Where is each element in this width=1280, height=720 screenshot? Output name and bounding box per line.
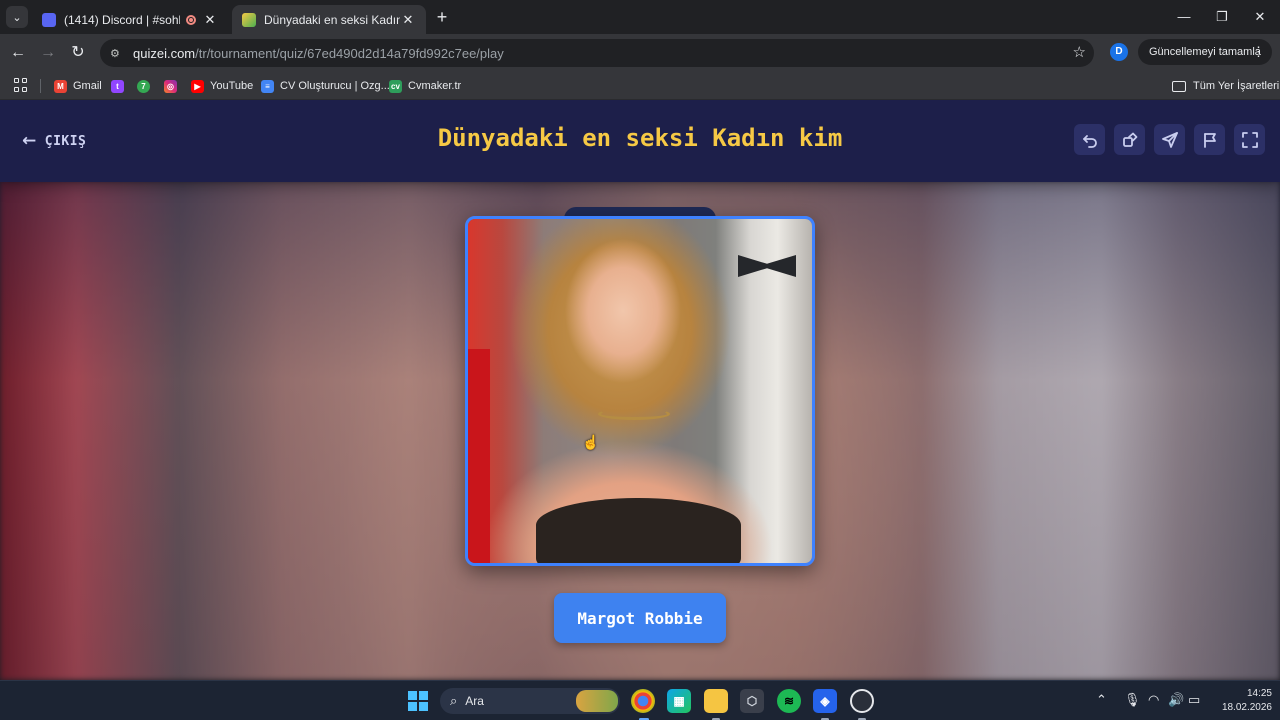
photo-red-dress-area	[468, 349, 490, 563]
gmail-icon: M	[54, 79, 67, 93]
windows-start-icon[interactable]	[408, 691, 428, 711]
bookmark-cv-olusturucu[interactable]: ≡ CV Oluşturucu | Ozg...	[261, 76, 390, 96]
flag-icon[interactable]	[1194, 124, 1225, 155]
quiz-page: ← ÇIKIŞ Dünyadaki en seksi Kadın kim ☝ M…	[0, 100, 1280, 680]
all-bookmarks[interactable]: Tüm Yer İşaretleri	[1172, 76, 1279, 96]
back-icon[interactable]: ←	[6, 41, 30, 65]
tray-chevron-up-icon[interactable]: ⌃	[1096, 692, 1107, 708]
bookmark-gmail[interactable]: M Gmail	[54, 76, 102, 96]
candidate-photo	[468, 219, 812, 563]
file-explorer-icon[interactable]	[704, 689, 728, 713]
mouse-cursor-icon: ☝	[582, 434, 600, 450]
candidate-name-button[interactable]: Margot Robbie	[554, 593, 726, 643]
update-label: Güncellemeyi tamamla	[1149, 46, 1261, 58]
search-highlight-icon	[576, 690, 618, 712]
bookmark-label: Gmail	[73, 80, 102, 92]
restore-icon[interactable]: ❐	[1208, 6, 1236, 28]
folder-icon	[1172, 80, 1186, 92]
photo-bowtie-area	[738, 255, 796, 277]
minimize-icon[interactable]: —	[1170, 6, 1198, 28]
close-tab-icon[interactable]: ✕	[400, 12, 416, 28]
bookmark-star-icon[interactable]: ☆	[1073, 43, 1086, 61]
bookmarks-bar: M Gmail t 7 ◎ ▶ YouTube ≡ CV Oluşturucu …	[0, 72, 1280, 100]
taskbar-search-placeholder: Ara	[465, 694, 484, 708]
cvmaker-icon: cv	[389, 79, 402, 93]
unity-icon[interactable]: ⬡	[740, 689, 764, 713]
site-info-icon[interactable]: ⚙	[110, 46, 124, 60]
close-window-icon[interactable]: ✕	[1246, 6, 1274, 28]
bookmark-label: Cvmaker.tr	[408, 80, 462, 92]
quiz-header: ← ÇIKIŞ Dünyadaki en seksi Kadın kim	[0, 100, 1280, 182]
youtube-icon: ▶	[191, 79, 204, 93]
twitch-icon: t	[111, 79, 124, 93]
clock-time: 14:25	[1246, 688, 1272, 699]
close-tab-icon[interactable]: ✕	[202, 12, 218, 28]
forward-icon[interactable]: →	[36, 41, 60, 65]
discord-favicon-icon	[42, 12, 56, 27]
browser-toolbar: ← → ↻ ⚙ quizei.com/tr/tournament/quiz/67…	[0, 34, 1280, 72]
green-circle-icon: 7	[137, 79, 150, 93]
undo-icon[interactable]	[1074, 124, 1105, 155]
bookmark-label: YouTube	[210, 80, 254, 92]
spotify-icon[interactable]: ≋	[777, 689, 801, 713]
bookmark-twitch[interactable]: t	[111, 76, 130, 96]
bookmarks-divider	[40, 79, 41, 93]
volume-icon[interactable]: 🔊	[1168, 692, 1184, 708]
obs-icon[interactable]	[850, 689, 874, 713]
bookmark-label: CV Oluşturucu | Ozg...	[280, 80, 390, 92]
chrome-icon[interactable]	[631, 689, 655, 713]
tab-title: Dünyadaki en seksi Kadın kim -	[264, 12, 400, 27]
fullscreen-icon[interactable]	[1234, 124, 1265, 155]
quizei-favicon-icon	[242, 12, 256, 27]
shuffle-icon[interactable]	[1114, 124, 1145, 155]
update-button[interactable]: Güncellemeyi tamamla ⋮	[1138, 39, 1272, 65]
battery-icon[interactable]: ▭	[1188, 692, 1200, 708]
all-bookmarks-label: Tüm Yer İşaretleri	[1193, 80, 1280, 92]
instagram-icon: ◎	[164, 79, 177, 93]
tab-strip: ⌄ (1414) Discord | #sohbet | B ✕ Dünyada…	[0, 0, 1280, 34]
address-bar[interactable]: ⚙ quizei.com/tr/tournament/quiz/67ed490d…	[100, 39, 1094, 67]
app-blue-icon[interactable]: ◈	[813, 689, 837, 713]
header-actions	[1074, 124, 1265, 155]
profile-avatar[interactable]: D	[1110, 43, 1128, 61]
bookmark-cvmaker[interactable]: cv Cvmaker.tr	[389, 76, 461, 96]
microphone-icon[interactable]: 🎙	[1124, 692, 1141, 708]
wifi-icon[interactable]: ◠	[1148, 692, 1159, 708]
search-icon: ⌕	[450, 693, 458, 708]
bookmark-instagram[interactable]: ◎	[164, 76, 183, 96]
tab-discord[interactable]: (1414) Discord | #sohbet | B ✕	[32, 5, 228, 34]
chevron-down-icon: ⌄	[12, 11, 22, 24]
bookmark-youtube[interactable]: ▶ YouTube	[191, 76, 253, 96]
store-icon[interactable]: ▦	[667, 689, 691, 713]
photo-gown-area	[536, 498, 741, 563]
candidate-photo-card[interactable]	[465, 216, 815, 566]
windows-taskbar: ⌕ Ara ▦ ⬡ ≋ ◈ ⌃ 🎙 ◠ 🔊 ▭ 14:25 18.02.2026	[0, 680, 1280, 720]
photo-necklace-area	[598, 408, 670, 420]
taskbar-search[interactable]: ⌕ Ara	[440, 688, 620, 714]
new-tab-button[interactable]: +	[432, 7, 452, 27]
bookmark-green[interactable]: 7	[137, 76, 156, 96]
share-icon[interactable]	[1154, 124, 1185, 155]
apps-grid-icon[interactable]	[14, 78, 28, 92]
tab-quiz[interactable]: Dünyadaki en seksi Kadın kim - ✕	[232, 5, 426, 34]
menu-dots-icon[interactable]: ⋮	[1252, 44, 1265, 60]
url-path: /tr/tournament/quiz/67ed490d2d14a79fd992…	[195, 45, 504, 61]
doc-icon: ≡	[261, 79, 274, 93]
tab-search-button[interactable]: ⌄	[6, 6, 28, 28]
system-clock[interactable]: 14:25 18.02.2026	[1208, 687, 1272, 715]
url-host: quizei.com	[133, 45, 196, 61]
tab-title: (1414) Discord | #sohbet | B	[64, 12, 180, 27]
recording-icon	[186, 14, 196, 25]
clock-date: 18.02.2026	[1221, 702, 1272, 713]
reload-icon[interactable]: ↻	[66, 41, 90, 65]
